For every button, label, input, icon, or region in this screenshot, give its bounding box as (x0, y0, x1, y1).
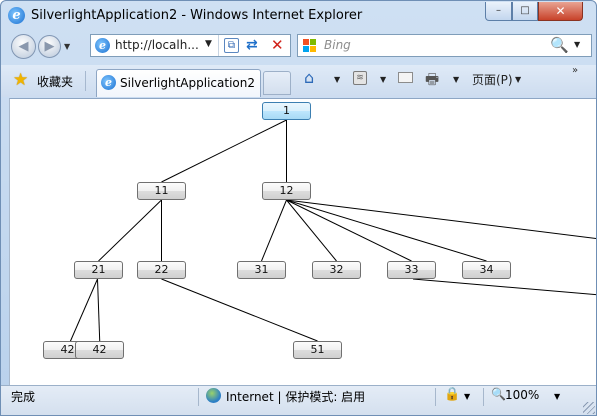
recent-pages-dropdown-icon[interactable]: ▼ (64, 42, 70, 51)
zoom-level[interactable]: 100% (505, 388, 539, 402)
page-content: 1 11 12 21 22 31 32 33 34 42 42 51 (9, 98, 596, 385)
tree-edge (286, 199, 412, 262)
maximize-button[interactable]: □ (512, 2, 538, 21)
logo-square (310, 46, 316, 52)
favorites-label: 收藏夹 (37, 75, 74, 89)
command-tab-bar: ★ 收藏夹 e SilverlightApplication2 ⌂ ▼ ≋ ▼ … (1, 65, 596, 97)
chevron-more-icon[interactable]: » (572, 65, 578, 76)
security-dropdown-icon[interactable]: ▼ (464, 392, 470, 401)
search-box[interactable]: Bing 🔍 ▼ (297, 34, 592, 57)
internet-explorer-icon: e (8, 7, 25, 24)
navigation-bar: ◀ ▶ ▼ e http://localh... ▼ ⧉ ⇄ ✕ Bing 🔍 … (1, 31, 596, 63)
stop-icon[interactable]: ✕ (271, 36, 284, 54)
forward-button[interactable]: ▶ (38, 35, 61, 58)
zoom-dropdown-icon[interactable]: ▼ (554, 392, 560, 401)
home-dropdown-icon[interactable]: ▼ (334, 75, 340, 95)
feeds-dropdown-icon[interactable]: ▼ (380, 75, 386, 95)
tree-node-button[interactable]: 1 (262, 102, 311, 120)
security-zone[interactable]: Internet | 保护模式: 启用 (226, 388, 365, 405)
tree-edge (286, 199, 596, 240)
compatibility-view-icon[interactable]: ⧉ (224, 38, 239, 53)
tree-node-button[interactable]: 34 (462, 261, 511, 279)
tree-edge (97, 278, 101, 350)
search-options-dropdown-icon[interactable]: ▼ (574, 40, 580, 49)
status-divider (483, 388, 484, 406)
home-icon[interactable]: ⌂ (304, 68, 314, 88)
mail-icon[interactable] (398, 72, 413, 83)
tree-edge (161, 119, 287, 183)
tree-edge (412, 278, 596, 296)
tree-node-button[interactable]: 22 (137, 261, 186, 279)
window-title: SilverlightApplication2 - Windows Intern… (31, 8, 363, 23)
print-dropdown-icon[interactable]: ▼ (453, 75, 459, 95)
tree-node-button[interactable]: 31 (237, 261, 286, 279)
status-divider (198, 388, 199, 406)
protected-mode-text: 保护模式: 启用 (285, 390, 366, 404)
feeds-icon[interactable]: ≋ (353, 71, 367, 85)
tab-silverlightapplication2[interactable]: e SilverlightApplication2 (96, 69, 261, 97)
status-text: 完成 (11, 390, 36, 404)
tree-edge (98, 199, 162, 262)
tree-node-button[interactable]: 32 (312, 261, 361, 279)
refresh-icon[interactable]: ⇄ (246, 37, 258, 53)
back-button[interactable]: ◀ (11, 34, 36, 59)
tree-edge (161, 278, 318, 342)
status-divider (435, 388, 436, 406)
internet-zone-globe-icon (206, 388, 221, 403)
tree-node-button[interactable]: 33 (387, 261, 436, 279)
ie-window: e SilverlightApplication2 - Windows Inte… (0, 0, 597, 416)
close-button[interactable]: ✕ (538, 2, 583, 21)
tree-node-button[interactable]: 11 (137, 182, 186, 200)
new-tab-button[interactable] (263, 71, 291, 95)
security-icon[interactable]: 🔒 (444, 387, 460, 402)
zone-separator: | (273, 390, 286, 404)
bing-logo-icon (303, 39, 317, 52)
zoom-icon[interactable]: 🔍 (491, 387, 506, 401)
tree-edge (286, 199, 487, 262)
tab-divider (85, 71, 86, 91)
search-input[interactable]: Bing (324, 38, 351, 52)
address-input[interactable]: http://localh... (115, 38, 205, 52)
tree-edge (66, 278, 98, 350)
tree-node-button[interactable]: 42 (75, 341, 124, 359)
title-bar: e SilverlightApplication2 - Windows Inte… (1, 1, 596, 31)
minimize-button[interactable]: – (485, 2, 512, 21)
tree-node-button[interactable]: 21 (74, 261, 123, 279)
print-icon[interactable]: 🖶 (425, 69, 439, 89)
tab-label: SilverlightApplication2 (120, 76, 255, 90)
page-menu[interactable]: 页面(P) (472, 71, 513, 91)
address-bar[interactable]: e http://localh... ▼ ⧉ ⇄ ✕ (90, 34, 291, 57)
search-icon[interactable]: 🔍 (550, 36, 569, 54)
address-dropdown-icon[interactable]: ▼ (205, 39, 212, 49)
zone-label: Internet (226, 390, 274, 404)
tree-edge (286, 199, 337, 262)
logo-square (303, 46, 309, 52)
tree-node-button[interactable]: 12 (262, 182, 311, 200)
logo-square (310, 39, 316, 45)
address-divider (218, 35, 219, 56)
favorites-star-icon: ★ (13, 70, 29, 90)
tree-node-button[interactable]: 51 (293, 341, 342, 359)
page-menu-dropdown-icon[interactable]: ▼ (515, 75, 521, 95)
resize-grip[interactable] (583, 402, 595, 414)
logo-square (303, 39, 309, 45)
tab-page-icon: e (101, 75, 116, 90)
page-icon: e (95, 38, 110, 53)
status-bar: 完成 Internet | 保护模式: 启用 🔒 ▼ 🔍 100% ▼ (1, 385, 596, 415)
tree-edge (261, 199, 287, 262)
